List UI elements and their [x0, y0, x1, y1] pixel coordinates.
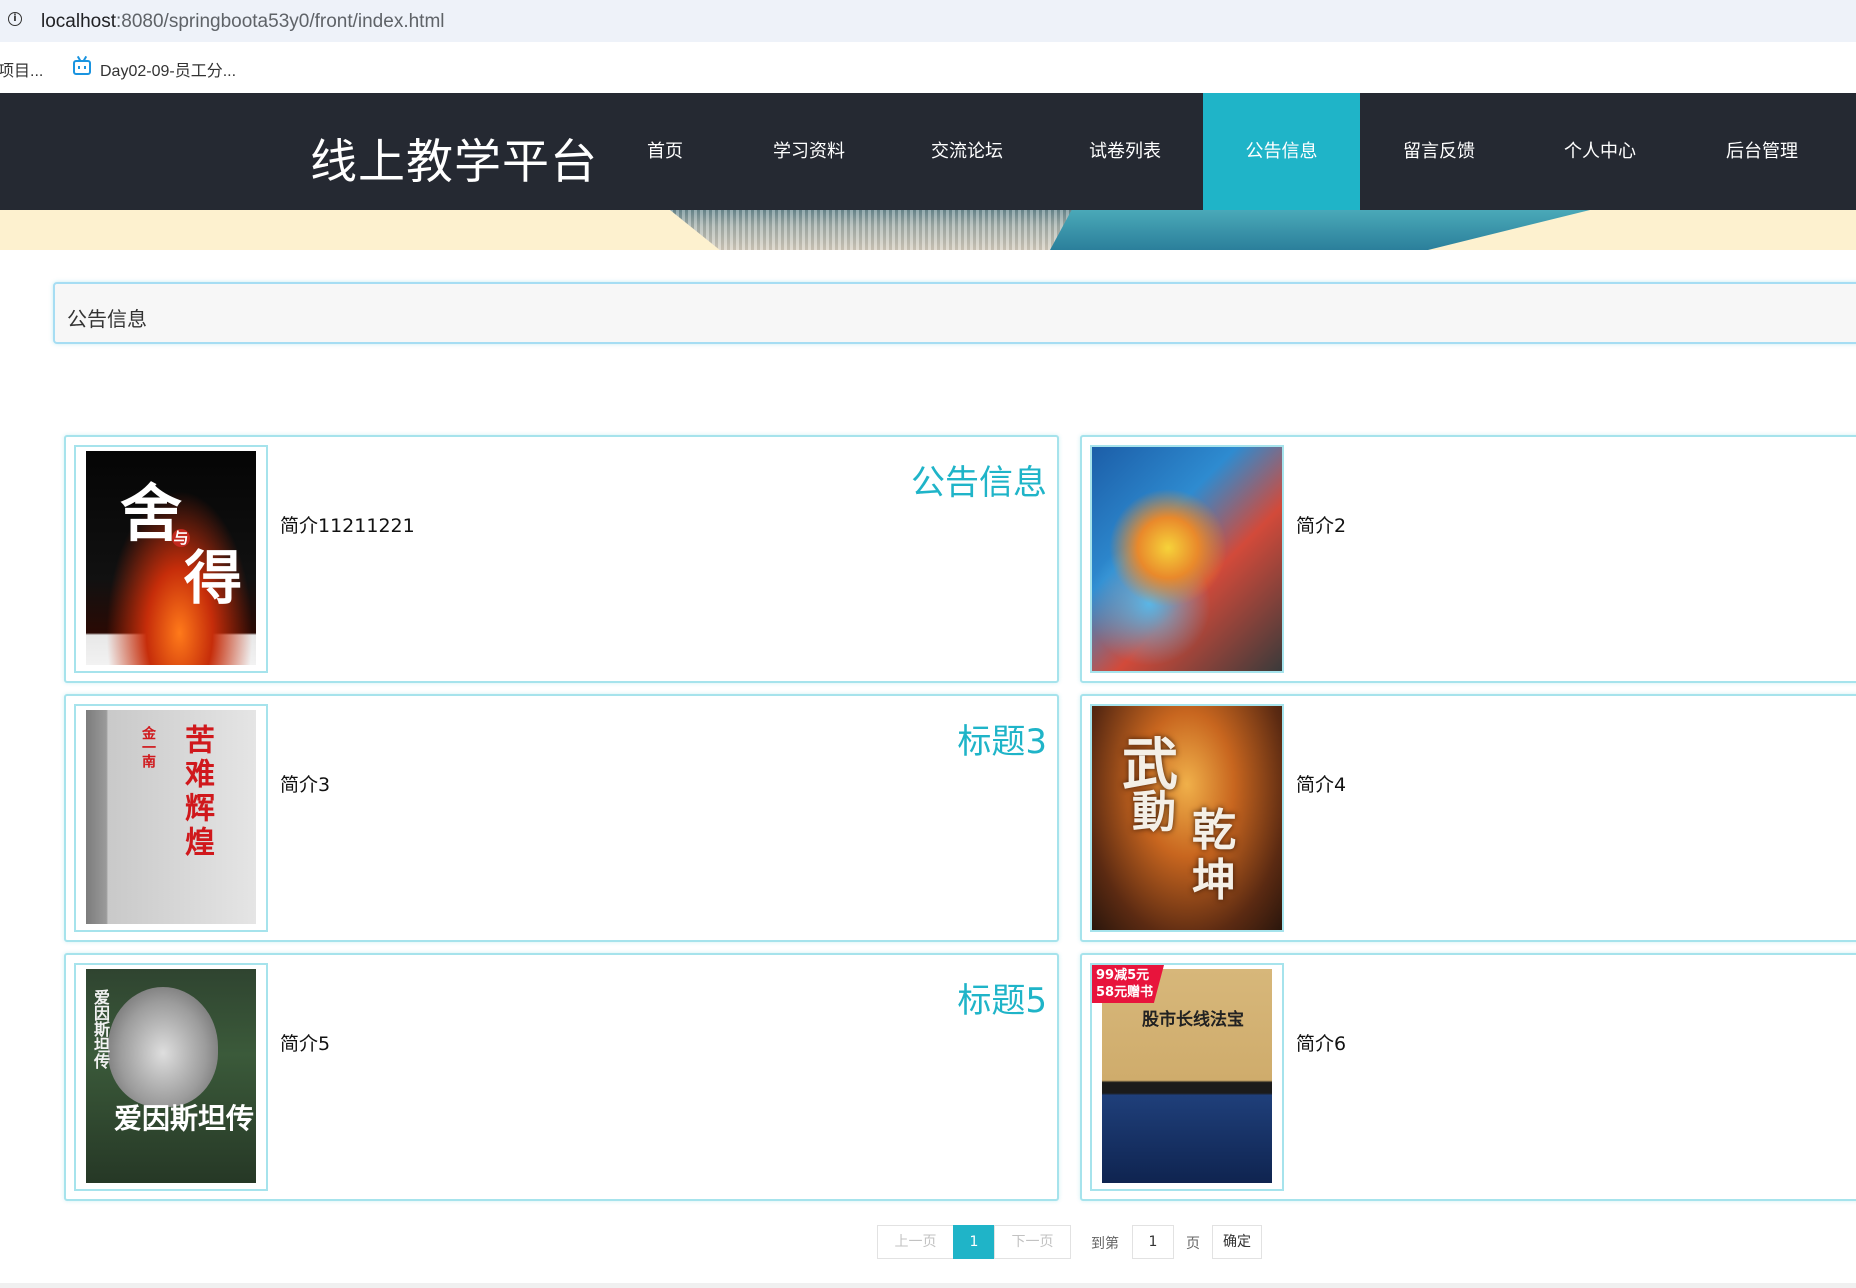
card-intro: 简介5: [280, 1033, 331, 1055]
card-title[interactable]: 公告信息: [911, 455, 1047, 504]
card-intro: 简介3: [280, 774, 331, 796]
nav-admin[interactable]: 后台管理: [1682, 93, 1842, 210]
nav-forum[interactable]: 交流论坛: [888, 93, 1046, 210]
site-title: 线上教学平台: [310, 135, 598, 190]
next-page-button[interactable]: 下一页: [994, 1225, 1071, 1259]
site-info-icon[interactable]: i: [8, 12, 22, 26]
confirm-page-button[interactable]: 确定: [1212, 1225, 1262, 1259]
pagination: 上一页 1 下一页 到第 1 页 确定: [0, 1225, 1856, 1259]
nav-feedback[interactable]: 留言反馈: [1360, 93, 1518, 210]
goto-suffix-label: 页: [1186, 1236, 1200, 1252]
promo-tag: 99减5元 58元赠书: [1092, 965, 1164, 1003]
page-1-button[interactable]: 1: [953, 1225, 995, 1259]
bilibili-icon: [73, 60, 91, 75]
page-number-input[interactable]: 1: [1132, 1225, 1174, 1259]
announcement-card[interactable]: 爱因斯坦传 爱因斯坦传 标题5 简介5: [64, 953, 1059, 1201]
card-intro: 简介6: [1296, 1033, 1347, 1055]
announcement-card[interactable]: 舍 与 得 公告信息 简介11211221: [64, 435, 1059, 683]
announcement-card[interactable]: 股市长线法宝 99减5元 58元赠书 简介6: [1080, 953, 1856, 1201]
section-title: 公告信息: [67, 307, 147, 331]
card-intro: 简介4: [1296, 774, 1347, 796]
announcement-card[interactable]: 简介2: [1080, 435, 1856, 683]
card-intro: 简介11211221: [280, 515, 415, 537]
nav-study-materials[interactable]: 学习资料: [730, 93, 888, 210]
url-text[interactable]: localhost:8080/springboota53y0/front/ind…: [41, 11, 445, 33]
nav-exam-list[interactable]: 试卷列表: [1046, 93, 1204, 210]
bookmark-item[interactable]: 项目...: [0, 57, 43, 81]
nav-announcements[interactable]: 公告信息: [1203, 93, 1360, 210]
card-title[interactable]: 标题3: [957, 714, 1047, 763]
section-title-bar: 公告信息: [53, 282, 1856, 344]
cover-image[interactable]: [1090, 445, 1284, 673]
announcement-card[interactable]: 武 動 乾 坤 简介4: [1080, 694, 1856, 942]
cover-image[interactable]: 武 動 乾 坤: [1090, 704, 1284, 932]
cover-image[interactable]: 爱因斯坦传 爱因斯坦传: [74, 963, 268, 1191]
nav-personal-center[interactable]: 个人中心: [1518, 93, 1682, 210]
bookmark-item[interactable]: Day02-09-员工分...: [100, 57, 236, 81]
bookmarks-bar: 项目... Day02-09-员工分...: [0, 42, 1856, 92]
announcement-card[interactable]: 苦难辉煌 金一南 标题3 简介3: [64, 694, 1059, 942]
banner-image: [0, 210, 1856, 250]
cover-image[interactable]: 舍 与 得: [74, 445, 268, 673]
page-bottom-divider: [0, 1283, 1856, 1288]
address-bar[interactable]: i localhost:8080/springboota53y0/front/i…: [0, 0, 1856, 42]
prev-page-button[interactable]: 上一页: [877, 1225, 954, 1259]
cover-image[interactable]: 股市长线法宝 99减5元 58元赠书: [1090, 963, 1284, 1191]
goto-prefix-label: 到第: [1091, 1236, 1119, 1252]
nav-home[interactable]: 首页: [600, 93, 730, 210]
cover-image[interactable]: 苦难辉煌 金一南: [74, 704, 268, 932]
card-title[interactable]: 标题5: [957, 973, 1047, 1022]
banner-book-cover: [1050, 210, 1590, 250]
site-header: 线上教学平台 首页 学习资料 交流论坛 试卷列表 公告信息 留言反馈 个人中心 …: [0, 93, 1856, 210]
card-intro: 简介2: [1296, 515, 1347, 537]
